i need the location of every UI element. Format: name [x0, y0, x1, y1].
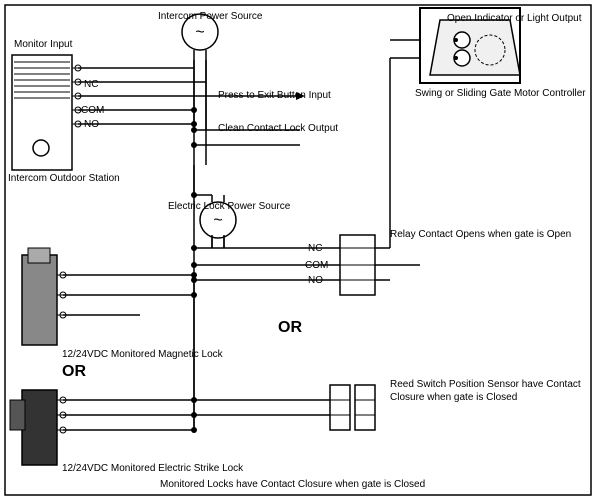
nc-label: NC [308, 242, 322, 255]
footer-label: Monitored Locks have Contact Closure whe… [160, 478, 425, 491]
intercom-power-source-label: Intercom Power Source [158, 10, 263, 23]
nc2-label: NC [84, 78, 98, 91]
press-to-exit-label: Press to Exit Button Input [218, 89, 331, 102]
or-lower-label: OR [62, 362, 86, 383]
or-upper-label: OR [278, 318, 302, 339]
monitor-input-label: Monitor Input [14, 38, 72, 51]
svg-text:~: ~ [195, 24, 204, 41]
electric-strike-label: 12/24VDC Monitored Electric Strike Lock [62, 462, 243, 475]
com3-label: COM [81, 104, 104, 117]
no2-label: NO [84, 118, 99, 131]
relay-contact-opens-label: Relay Contact Opens when gate is Open [390, 228, 571, 241]
open-indicator-label: Open Indicator or Light Output [447, 12, 582, 25]
electric-lock-power-label: Electric Lock Power Source [168, 200, 290, 213]
no-label: NO [308, 274, 323, 287]
intercom-outdoor-station-label: Intercom Outdoor Station [8, 172, 120, 185]
magnetic-lock-label: 12/24VDC Monitored Magnetic Lock [62, 348, 223, 361]
swing-sliding-gate-label: Swing or Sliding Gate Motor Controller [415, 87, 586, 100]
reed-switch-label: Reed Switch Position Sensor have Contact… [390, 378, 596, 404]
com-label: COM [305, 259, 328, 272]
clean-contact-label: Clean Contact Lock Output [218, 122, 338, 135]
svg-text:~: ~ [213, 212, 222, 229]
wiring-diagram: ~ ~ [0, 0, 596, 500]
